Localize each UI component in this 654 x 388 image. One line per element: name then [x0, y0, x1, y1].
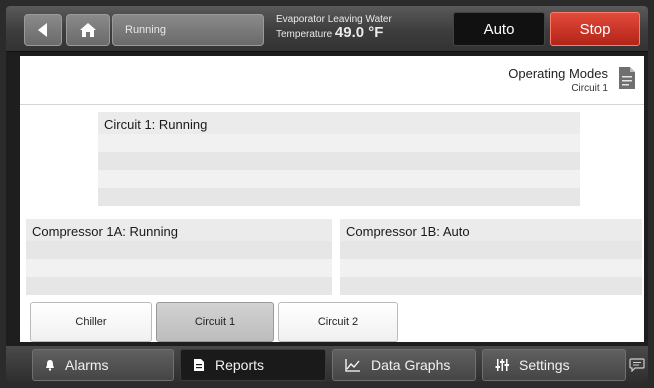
list-item — [340, 277, 642, 295]
chat-icon[interactable] — [629, 358, 645, 372]
auto-button[interactable]: Auto — [453, 12, 545, 46]
operating-modes-subtitle: Circuit 1 — [571, 83, 608, 94]
unit-status-text: Running — [125, 24, 166, 36]
circuit-status-panel: Circuit 1: Running — [98, 112, 580, 206]
tab-circuit-1[interactable]: Circuit 1 — [156, 302, 274, 342]
bell-icon — [46, 360, 54, 371]
list-item — [98, 152, 580, 170]
home-icon — [80, 23, 96, 37]
list-item — [98, 134, 580, 152]
nav-settings-button[interactable]: Settings — [482, 349, 626, 381]
list-item — [98, 188, 580, 206]
evaporator-leaving-water-readout: Evaporator Leaving Water Temperature 49.… — [276, 13, 446, 41]
page-title: Operating Modes Circuit 1 — [508, 66, 608, 94]
nav-settings-label: Settings — [519, 357, 570, 373]
stop-button[interactable]: Stop — [550, 12, 640, 46]
ewt-label-line2: Temperature — [276, 29, 335, 40]
graph-icon — [345, 359, 360, 372]
list-item — [98, 170, 580, 188]
report-icon — [194, 359, 204, 371]
compressor-1b-title: Compressor 1B: Auto — [340, 219, 642, 241]
operating-modes-title: Operating Modes — [508, 66, 608, 81]
unit-status-display: Running — [112, 14, 264, 46]
ewt-value: 49.0 °F — [334, 24, 384, 41]
divider — [20, 104, 644, 105]
list-item — [26, 241, 332, 259]
list-item — [340, 259, 642, 277]
bottom-nav: Alarms Reports Data Graphs Settings — [6, 346, 648, 382]
nav-reports-button[interactable]: Reports — [180, 349, 326, 381]
nav-data-graphs-button[interactable]: Data Graphs — [332, 349, 476, 381]
document-icon[interactable] — [618, 66, 636, 90]
sliders-icon — [495, 359, 509, 371]
list-item — [26, 259, 332, 277]
back-arrow-icon — [38, 23, 47, 37]
screen: Running Evaporator Leaving Water Tempera… — [6, 6, 648, 382]
header-bar: Running Evaporator Leaving Water Tempera… — [6, 6, 648, 52]
compressor-1a-title: Compressor 1A: Running — [26, 219, 332, 241]
list-item — [340, 241, 642, 259]
nav-data-graphs-label: Data Graphs — [371, 357, 451, 373]
compressor-1b-panel: Compressor 1B: Auto — [340, 219, 642, 295]
nav-reports-label: Reports — [215, 357, 265, 373]
nav-alarms-button[interactable]: Alarms — [32, 349, 174, 381]
back-button[interactable] — [24, 14, 62, 46]
home-button[interactable] — [66, 14, 110, 46]
tab-chiller[interactable]: Chiller — [30, 302, 152, 342]
list-item — [26, 277, 332, 295]
nav-alarms-label: Alarms — [65, 357, 109, 373]
main-content: Operating Modes Circuit 1 Circuit 1: Run… — [20, 56, 644, 342]
circuit-status-title: Circuit 1: Running — [98, 112, 580, 134]
compressor-1a-panel: Compressor 1A: Running — [26, 219, 332, 295]
tab-circuit-2[interactable]: Circuit 2 — [278, 302, 398, 342]
